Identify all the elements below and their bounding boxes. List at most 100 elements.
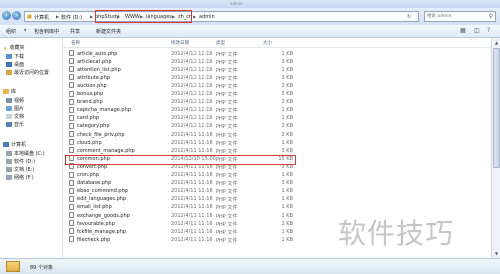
file-size: 2 KB — [281, 123, 293, 130]
file-date: 2012/4/11 11:16 — [171, 228, 213, 235]
star-icon: ★ — [3, 46, 8, 52]
file-size: 1 KB — [281, 228, 293, 235]
window-title: admin — [230, 1, 243, 6]
navigation-pane: ★ 收藏夹 下载 桌面 最近访问的位置 库 视频 图片 文档 音乐 计算机 本地磁… — [0, 38, 63, 258]
nav-videos[interactable]: 视频 — [6, 97, 24, 105]
item-count: 89 个对象 — [30, 265, 53, 271]
file-name: bonus.php — [77, 91, 104, 97]
search-icon[interactable]: ⚲ — [489, 13, 493, 20]
nav-pictures[interactable]: 图片 — [6, 105, 24, 113]
nav-label: 桌面 — [14, 62, 25, 68]
refresh-icon[interactable]: ↻ — [407, 14, 411, 20]
nav-label: 计算机 — [11, 142, 27, 148]
nav-favorites[interactable]: ★ 收藏夹 — [3, 44, 25, 52]
nav-desktop[interactable]: 桌面 — [6, 61, 24, 69]
nav-drive-c[interactable]: 本地磁盘 (C:) — [6, 150, 45, 158]
php-file-icon — [69, 98, 74, 105]
desktop-icon — [6, 62, 12, 67]
php-file-icon — [69, 66, 74, 73]
include-library-button[interactable]: 包含到库中 — [34, 28, 59, 35]
drive-icon — [6, 167, 12, 172]
nav-label: 最近访问的位置 — [14, 70, 50, 76]
file-name: card.php — [77, 115, 100, 122]
search-box[interactable]: ⚲ — [424, 11, 496, 22]
back-button[interactable]: ‹ — [2, 11, 11, 20]
video-icon — [6, 98, 12, 103]
file-name: edit_languages.php — [77, 196, 127, 203]
nav-label: 文档 (E:) — [14, 167, 35, 173]
scroll-down-icon[interactable]: ▼ — [493, 250, 500, 257]
help-icon[interactable]: ? — [487, 27, 490, 34]
breadcrumb-separator: ▶ — [193, 14, 197, 19]
php-file-icon — [69, 74, 74, 81]
breadcrumb-computer[interactable]: 计算机 — [34, 14, 49, 21]
nav-computer[interactable]: 计算机 — [3, 141, 26, 149]
share-button[interactable]: 共享 — [70, 28, 80, 35]
breadcrumb-separator: ▶ — [90, 14, 94, 19]
file-size: 3 KB — [281, 180, 293, 187]
nav-label: 本地磁盘 (C:) — [14, 151, 45, 157]
vertical-scrollbar[interactable]: ▲ ▼ — [491, 38, 500, 258]
file-size: 3 KB — [281, 147, 293, 154]
file-name: filecheck.php — [77, 236, 111, 243]
php-file-icon — [69, 147, 74, 154]
download-folder-icon — [6, 54, 12, 59]
breadcrumb-drive[interactable]: 软件 (D:) — [61, 14, 82, 21]
command-bar: 组织 ▼ 包含到库中 共享 新建文件夹 ▦ ◫ ? — [0, 25, 500, 38]
file-size: 2 KB — [281, 220, 293, 227]
file-date: 2012/4/11 11:16 — [171, 82, 213, 89]
file-date: 2012/4/11 11:16 — [171, 147, 213, 154]
file-date: 2012/4/11 11:16 — [171, 58, 213, 65]
search-input[interactable] — [425, 12, 487, 21]
file-name: cron.php — [77, 172, 100, 178]
file-date: 2012/4/11 11:16 — [171, 123, 213, 130]
column-header-type[interactable]: 类型 — [216, 40, 225, 46]
file-date: 2012/4/11 11:16 — [171, 196, 213, 203]
scroll-thumb[interactable] — [493, 48, 500, 168]
php-file-icon — [69, 58, 74, 65]
php-file-icon — [69, 82, 74, 89]
file-size: 1 KB — [281, 204, 293, 211]
nav-drive-e[interactable]: 文档 (E:) — [6, 166, 34, 174]
php-file-icon — [69, 171, 74, 178]
new-folder-button[interactable]: 新建文件夹 — [96, 28, 121, 35]
file-size: 3 KB — [281, 58, 293, 65]
scroll-up-icon[interactable]: ▲ — [493, 39, 500, 46]
php-file-icon — [69, 50, 74, 56]
file-name: brand.php — [77, 99, 103, 106]
nav-libraries[interactable]: 库 — [3, 88, 16, 96]
file-size: 1 KB — [281, 172, 293, 178]
file-date: 2012/4/11 11:16 — [171, 188, 213, 195]
nav-documents[interactable]: 文档 — [6, 113, 24, 121]
file-size: 3 KB — [281, 74, 293, 81]
file-date: 2012/4/11 11:16 — [171, 180, 213, 187]
view-options-icon[interactable]: ▦ — [460, 27, 466, 34]
file-name: fckfile_manage.php — [77, 228, 127, 235]
nav-drive-d[interactable]: 软件 (D:) — [6, 158, 35, 166]
file-date: 2012/4/11 11:16 — [171, 131, 213, 138]
nav-label: 视频 — [14, 98, 25, 104]
column-header-name[interactable]: 名称 — [71, 40, 80, 46]
file-date: 2012/4/11 11:16 — [171, 212, 213, 219]
nav-drive-f[interactable]: 网络 (F:) — [6, 174, 34, 182]
watermark: 软件技巧 — [338, 217, 455, 250]
organize-button[interactable]: 组织 — [6, 28, 16, 35]
column-header-date[interactable]: 修改日期 — [171, 40, 189, 46]
nav-music[interactable]: 音乐 — [6, 121, 24, 129]
nav-label: 下载 — [14, 54, 25, 60]
nav-recent[interactable]: 最近访问的位置 — [6, 69, 49, 77]
address-field[interactable]: ■ 计算机 ▶ 软件 (D:) ▶ phpStudy ▶ WWW ▶ langu… — [24, 11, 419, 22]
file-date: 2012/4/11 11:16 — [171, 236, 213, 243]
file-name: attribute.php — [77, 74, 110, 81]
php-file-icon — [69, 114, 74, 121]
breadcrumb-admin[interactable]: admin — [199, 14, 215, 20]
forward-button[interactable]: › — [12, 11, 21, 20]
library-icon — [3, 89, 9, 94]
php-file-icon — [69, 131, 74, 137]
preview-pane-icon[interactable]: ◫ — [474, 27, 480, 34]
file-name: database.php — [77, 180, 112, 187]
file-name: article_auto.php — [77, 50, 118, 57]
file-date: 2012/4/11 11:16 — [171, 220, 213, 227]
nav-download[interactable]: 下载 — [6, 53, 24, 61]
column-header-size[interactable]: 大小 — [263, 40, 272, 46]
